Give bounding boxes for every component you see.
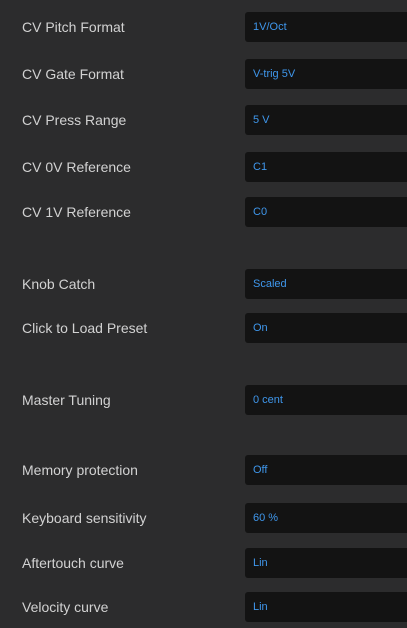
velocity-curve-field[interactable]: Lin bbox=[245, 592, 407, 622]
setting-label: CV 1V Reference bbox=[22, 204, 131, 220]
setting-value: 5 V bbox=[253, 114, 270, 126]
setting-label: Keyboard sensitivity bbox=[22, 510, 147, 526]
setting-value: 60 % bbox=[253, 512, 279, 524]
memory-protection-field[interactable]: Off bbox=[245, 455, 407, 485]
master-tuning-field[interactable]: 0 cent bbox=[245, 385, 407, 415]
setting-value: C1 bbox=[253, 161, 268, 173]
setting-label: CV Gate Format bbox=[22, 66, 124, 82]
setting-label: Aftertouch curve bbox=[22, 555, 124, 571]
setting-label: CV Pitch Format bbox=[22, 19, 125, 35]
setting-label: Master Tuning bbox=[22, 392, 111, 408]
click-to-load-preset-field[interactable]: On bbox=[245, 313, 407, 343]
cv-pitch-format-field[interactable]: 1V/Oct bbox=[245, 12, 407, 42]
setting-label: CV 0V Reference bbox=[22, 159, 131, 175]
setting-value: Lin bbox=[253, 601, 268, 613]
setting-value: On bbox=[253, 322, 268, 334]
setting-label: Knob Catch bbox=[22, 276, 96, 292]
keyboard-sensitivity-field[interactable]: 60 % bbox=[245, 503, 407, 533]
setting-value: 0 cent bbox=[253, 394, 283, 406]
setting-label: Click to Load Preset bbox=[22, 320, 148, 336]
cv-press-range-field[interactable]: 5 V bbox=[245, 105, 407, 135]
aftertouch-curve-field[interactable]: Lin bbox=[245, 548, 407, 578]
cv-gate-format-field[interactable]: V-trig 5V bbox=[245, 59, 407, 89]
knob-catch-field[interactable]: Scaled bbox=[245, 269, 407, 299]
settings-panel: CV Pitch Format 1V/Oct CV Gate Format V-… bbox=[0, 0, 407, 628]
setting-value: V-trig 5V bbox=[253, 68, 296, 80]
cv-0v-reference-field[interactable]: C1 bbox=[245, 152, 407, 182]
setting-label: Memory protection bbox=[22, 462, 138, 478]
setting-label: Velocity curve bbox=[22, 599, 109, 615]
setting-label: CV Press Range bbox=[22, 112, 127, 128]
setting-value: Scaled bbox=[253, 278, 287, 290]
setting-value: Lin bbox=[253, 557, 268, 569]
setting-value: 1V/Oct bbox=[253, 21, 287, 33]
cv-1v-reference-field[interactable]: C0 bbox=[245, 197, 407, 227]
setting-value: C0 bbox=[253, 206, 268, 218]
setting-value: Off bbox=[253, 464, 268, 476]
